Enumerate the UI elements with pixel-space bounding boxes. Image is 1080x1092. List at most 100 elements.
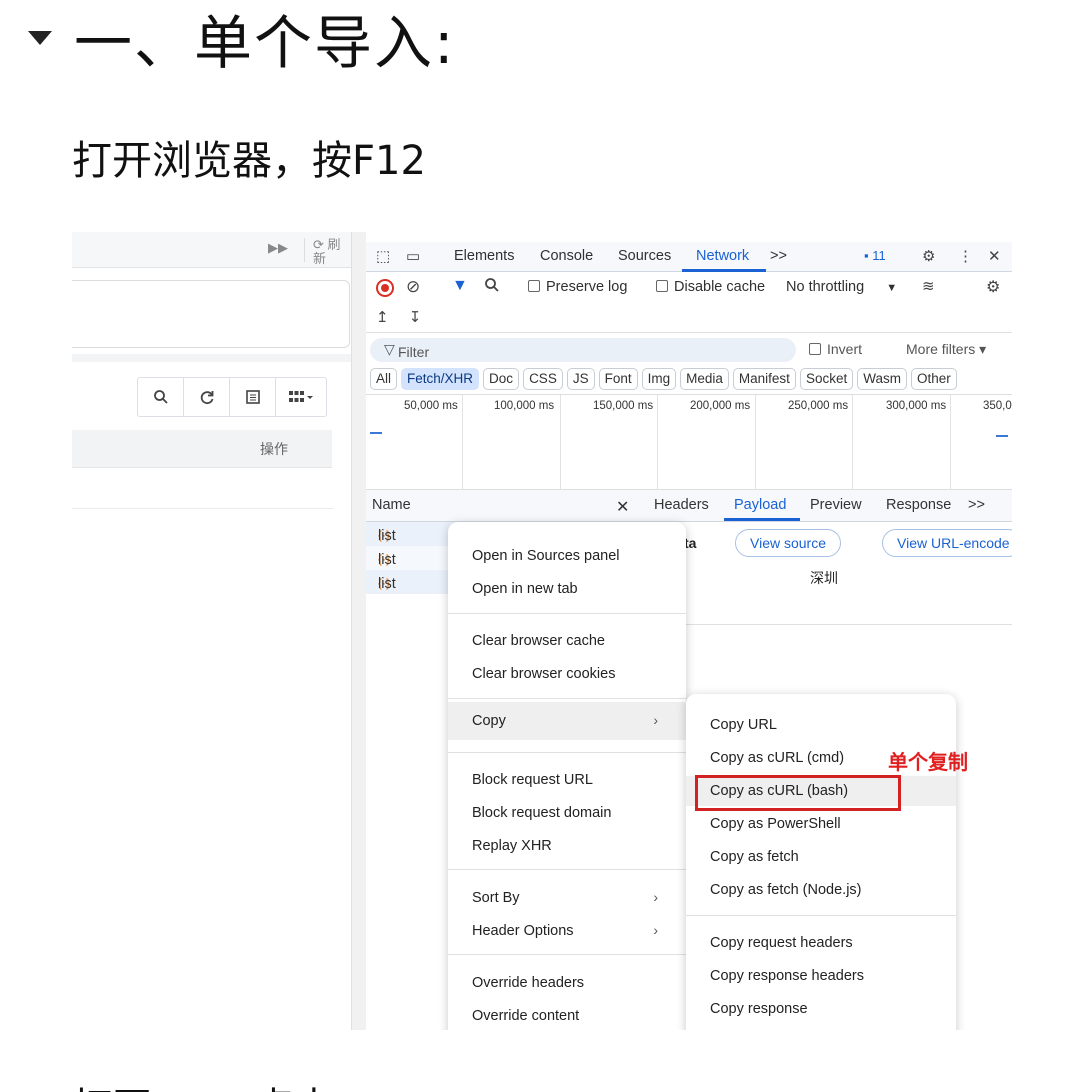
submenu-item-label: Copy as cURL (cmd): [710, 750, 845, 766]
type-filter-css[interactable]: CSS: [523, 368, 563, 390]
more-detail-tabs[interactable]: >>: [968, 497, 985, 513]
submenu-item-copy-request-headers[interactable]: Copy request headers: [686, 928, 956, 958]
type-filter-font[interactable]: Font: [598, 368, 638, 390]
menu-separator: [448, 752, 686, 753]
tab-elements[interactable]: Elements: [454, 248, 514, 264]
submenu-item-copy-fetch-node[interactable]: Copy as fetch (Node.js): [686, 875, 956, 905]
menu-item-label: Clear browser cache: [472, 633, 605, 649]
tab-preview[interactable]: Preview: [810, 497, 862, 513]
menu-item-sort-by[interactable]: Sort By ›: [448, 883, 686, 913]
tab-network[interactable]: Network: [696, 248, 749, 264]
network-timeline[interactable]: 50,000 ms 100,000 ms 150,000 ms 200,000 …: [366, 394, 1012, 490]
menu-item-block-url[interactable]: Block request URL: [448, 765, 686, 795]
throttling-select[interactable]: No throttling ▼: [786, 279, 897, 295]
menu-separator: [448, 954, 686, 955]
menu-item-block-domain[interactable]: Block request domain: [448, 798, 686, 828]
menu-item-replay-xhr[interactable]: Replay XHR: [448, 831, 686, 861]
filter-input[interactable]: ▽ Filter: [370, 338, 796, 362]
submenu-item-copy-powershell[interactable]: Copy as PowerShell: [686, 809, 956, 839]
web-page-panel: ▶▶ ⟳ 刷新 操作: [72, 232, 351, 1030]
menu-item-clear-cache[interactable]: Clear browser cache: [448, 626, 686, 656]
menu-item-open-in-new-tab[interactable]: Open in new tab: [448, 574, 686, 604]
menu-item-header-options[interactable]: Header Options ›: [448, 916, 686, 946]
tab-headers[interactable]: Headers: [654, 497, 709, 513]
filter-icon[interactable]: ▼: [452, 277, 468, 295]
type-filter-other[interactable]: Other: [910, 368, 957, 390]
tab-sources[interactable]: Sources: [618, 248, 671, 264]
tab-console[interactable]: Console: [540, 248, 593, 264]
active-detail-tab-indicator: [724, 518, 800, 521]
column-header-op: 操作: [260, 441, 288, 457]
view-source-button[interactable]: View source: [735, 529, 842, 557]
request-name: list: [378, 576, 396, 592]
refresh-icon[interactable]: [184, 378, 230, 416]
network-conditions-icon[interactable]: ≋: [922, 277, 935, 295]
submenu-item-copy-url[interactable]: Copy URL: [686, 710, 956, 740]
more-options-icon[interactable]: ⋮: [958, 247, 973, 265]
timeline-label: 200,000 ms: [690, 400, 751, 412]
type-filter-wasm[interactable]: Wasm: [857, 368, 907, 390]
menu-item-override-headers[interactable]: Override headers: [448, 968, 686, 998]
type-filter-socket[interactable]: Socket: [799, 368, 854, 390]
network-settings-gear-icon[interactable]: ⚙: [986, 277, 1000, 297]
refresh-button[interactable]: ⟳ 刷新: [304, 238, 351, 266]
search-icon[interactable]: [484, 277, 500, 297]
tab-response[interactable]: Response: [886, 497, 951, 513]
submenu-item-copy-fetch[interactable]: Copy as fetch: [686, 842, 956, 872]
tab-payload[interactable]: Payload: [734, 497, 786, 513]
export-har-icon[interactable]: ↧: [409, 309, 422, 326]
view-url-encoded-button[interactable]: View URL-encode: [882, 529, 1012, 557]
import-har-icon[interactable]: ↥: [376, 309, 389, 326]
forward-icon[interactable]: ▶▶: [268, 240, 288, 256]
menu-item-label: Block request domain: [472, 805, 612, 821]
instruction-paragraph: 打开浏览器，按F12: [72, 138, 426, 184]
clear-icon[interactable]: ⊘: [406, 277, 420, 297]
inspect-element-icon[interactable]: ⬚: [376, 247, 390, 265]
submenu-item-label: Copy URL: [710, 717, 777, 733]
panel-splitter[interactable]: [351, 232, 366, 1030]
menu-item-override-content[interactable]: Override content: [448, 1001, 686, 1030]
menu-item-open-in-sources[interactable]: Open in Sources panel: [448, 541, 686, 571]
search-card: [72, 280, 350, 348]
network-toolbar: ⊘ ▼ Preserve log Disable cache No thrott…: [366, 274, 1012, 304]
type-filter-doc[interactable]: Doc: [483, 368, 520, 390]
menu-item-copy[interactable]: Copy ›: [448, 702, 686, 740]
copy-submenu: Copy URL Copy as cURL (cmd) Copy as cURL…: [686, 694, 956, 1030]
throttling-value: No throttling: [786, 279, 865, 295]
request-name: list: [378, 552, 396, 568]
submenu-item-copy-response-headers[interactable]: Copy response headers: [686, 961, 956, 991]
settings-gear-icon[interactable]: ⚙: [922, 247, 935, 265]
issues-badge[interactable]: ▪ 11: [864, 248, 886, 263]
grid-icon[interactable]: [276, 378, 326, 416]
menu-item-label: Override content: [472, 1008, 580, 1024]
disable-cache-label: Disable cache: [674, 279, 766, 295]
request-detail-tabs: ✕ Headers Payload Preview Response >>: [600, 490, 1012, 522]
timeline-request-mark: [996, 435, 1008, 437]
issues-count: 11: [872, 248, 886, 263]
name-column-header[interactable]: Name: [372, 497, 411, 513]
menu-item-label: Sort By: [472, 890, 520, 906]
type-filter-media[interactable]: Media: [680, 368, 729, 390]
close-detail-icon[interactable]: ✕: [616, 497, 629, 517]
invert-checkbox[interactable]: Invert: [809, 341, 862, 357]
menu-item-clear-cookies[interactable]: Clear browser cookies: [448, 659, 686, 689]
more-tabs-button[interactable]: >>: [770, 248, 787, 264]
list-icon[interactable]: [230, 378, 276, 416]
more-filters-dropdown[interactable]: More filters ▾: [906, 341, 986, 358]
collapse-triangle-icon[interactable]: [28, 30, 52, 45]
menu-separator: [686, 915, 956, 916]
submenu-item-copy-response[interactable]: Copy response: [686, 994, 956, 1024]
disable-cache-checkbox[interactable]: Disable cache: [656, 279, 765, 295]
preserve-log-checkbox[interactable]: Preserve log: [528, 279, 627, 295]
device-toolbar-icon[interactable]: ▭: [406, 247, 420, 265]
type-filter-img[interactable]: Img: [641, 368, 677, 390]
close-icon[interactable]: ✕: [988, 247, 1001, 265]
search-icon[interactable]: [138, 378, 184, 416]
type-filter-js[interactable]: JS: [566, 368, 595, 390]
type-filter-manifest[interactable]: Manifest: [732, 368, 796, 390]
menu-item-label: Override headers: [472, 975, 585, 991]
type-filter-fetch-xhr[interactable]: Fetch/XHR: [401, 368, 480, 390]
timeline-request-mark: [370, 432, 382, 434]
record-icon[interactable]: [376, 279, 394, 297]
type-filter-all[interactable]: All: [370, 368, 398, 390]
